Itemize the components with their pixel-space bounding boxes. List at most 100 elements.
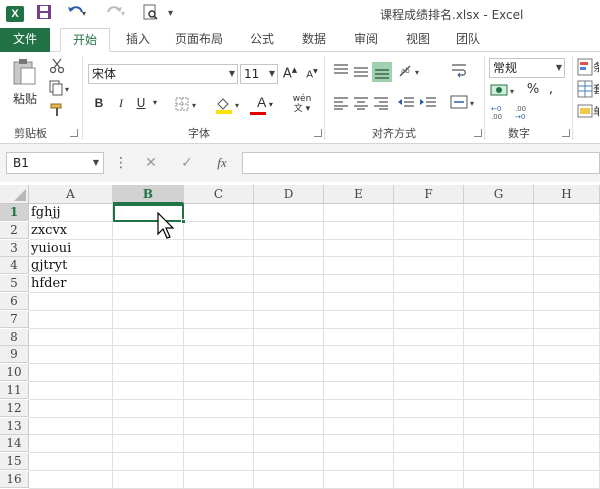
column-header[interactable]: F [394, 185, 464, 204]
redo-icon[interactable]: ▾ [104, 4, 126, 24]
column-header[interactable]: A [29, 185, 113, 204]
tab-review[interactable]: 审阅 [344, 28, 388, 52]
cell-a5[interactable]: hfder [29, 275, 66, 292]
decrease-indent-icon[interactable] [396, 96, 416, 113]
row-header[interactable]: 16 [0, 471, 29, 488]
format-as-table-icon[interactable]: 套 [576, 80, 600, 101]
row-header[interactable]: 5 [0, 275, 29, 293]
row-header[interactable]: 8 [0, 328, 29, 346]
row-header[interactable]: 2 [0, 221, 29, 239]
row-header[interactable]: 4 [0, 257, 29, 275]
column-header[interactable]: B [113, 185, 184, 204]
tab-page-layout[interactable]: 页面布局 [166, 28, 232, 52]
merge-center-icon[interactable]: ▾ [450, 94, 478, 113]
row-header[interactable]: 1 [0, 204, 29, 221]
phonetic-guide-icon[interactable]: wén 文 ▾ [288, 94, 316, 114]
underline-button[interactable]: U [134, 96, 148, 110]
clipboard-launcher-icon[interactable] [70, 129, 78, 137]
row-header[interactable]: 7 [0, 310, 29, 328]
number-format-select[interactable]: 常规 ▼ [489, 58, 565, 78]
ribbon: 粘贴 ▾ 剪贴板 宋体 ▼ 11 ▼ A▲ A▼ B I U ▾ ▾ ▾ A ▾… [0, 52, 600, 144]
italic-button[interactable]: I [114, 96, 128, 111]
row-header[interactable]: 12 [0, 399, 29, 417]
conditional-format-icon[interactable]: 条 [576, 58, 600, 79]
row-header[interactable]: 14 [0, 435, 29, 453]
cell-a4[interactable]: gjtryt [29, 257, 67, 274]
gridline [112, 204, 113, 489]
name-box[interactable]: B1 ▼ [6, 152, 104, 174]
gridline [323, 204, 324, 489]
row-header[interactable]: 9 [0, 346, 29, 364]
bottom-align-icon[interactable] [372, 62, 392, 82]
undo-icon[interactable]: ▾ [66, 4, 88, 24]
column-header[interactable]: D [254, 185, 324, 204]
align-center-icon[interactable] [352, 96, 370, 113]
row-header[interactable]: 15 [0, 453, 29, 471]
format-painter-icon[interactable] [48, 102, 66, 121]
excel-logo-icon: X [6, 6, 24, 22]
bold-button[interactable]: B [92, 96, 106, 110]
fill-color-icon[interactable]: ▾ [214, 96, 244, 117]
shrink-font-icon[interactable]: A▼ [304, 68, 320, 80]
font-size-select[interactable]: 11 ▼ [240, 64, 278, 84]
paste-button[interactable] [10, 58, 38, 89]
accounting-format-icon[interactable]: ▾ [490, 82, 518, 101]
wrap-text-icon[interactable] [450, 62, 468, 81]
borders-icon[interactable]: ▾ [174, 96, 200, 115]
cancel-icon[interactable]: ✕ [138, 152, 164, 174]
comma-style-icon[interactable]: , [546, 82, 556, 97]
grow-font-icon[interactable]: A▲ [282, 66, 298, 81]
tab-team[interactable]: 团队 [448, 28, 488, 52]
chevron-down-icon[interactable]: ▾ [150, 98, 160, 107]
name-box-value: B1 [13, 156, 29, 170]
cell-styles-icon[interactable]: 单 [576, 102, 600, 123]
tab-data[interactable]: 数据 [292, 28, 336, 52]
cut-icon[interactable] [48, 58, 66, 77]
select-all-button[interactable] [0, 185, 29, 204]
align-left-icon[interactable] [332, 96, 350, 113]
align-right-icon[interactable] [372, 96, 390, 113]
column-header[interactable]: H [534, 185, 600, 204]
font-launcher-icon[interactable] [314, 129, 322, 137]
column-header[interactable]: E [324, 185, 394, 204]
middle-align-icon[interactable] [352, 64, 370, 81]
number-launcher-icon[interactable] [562, 129, 570, 137]
cell-a1[interactable]: fghjj [29, 204, 61, 221]
increase-decimal-icon[interactable]: ←0.00 [490, 104, 512, 123]
tab-file[interactable]: 文件 [0, 28, 50, 52]
save-icon[interactable] [36, 4, 52, 24]
alignment-launcher-icon[interactable] [474, 129, 482, 137]
cell-a2[interactable]: zxcvx [29, 222, 67, 239]
row-header[interactable]: 10 [0, 364, 29, 382]
row-header[interactable]: 3 [0, 239, 29, 257]
worksheet-grid[interactable]: ABCDEFGH 1 2 3 4 5 6 7 8 9 10 11 12 13 14 15 16 fghjj zx… [0, 185, 600, 489]
svg-text:▾: ▾ [235, 101, 239, 110]
formula-input[interactable] [242, 152, 600, 174]
tab-view[interactable]: 视图 [396, 28, 440, 52]
column-header[interactable]: C [184, 185, 254, 204]
row-header[interactable]: 11 [0, 382, 29, 399]
top-align-icon[interactable] [332, 64, 350, 81]
more-options-icon[interactable]: ⋮ [114, 152, 128, 174]
gridline [29, 416, 600, 418]
font-name-select[interactable]: 宋体 ▼ [88, 64, 238, 84]
insert-function-button[interactable]: fx [208, 152, 236, 174]
print-preview-icon[interactable] [142, 4, 160, 24]
customize-qat-icon[interactable]: ▾ [168, 4, 173, 24]
orientation-icon[interactable]: ab ▾ [398, 64, 424, 81]
decrease-decimal-icon[interactable]: .00 →0 [514, 104, 536, 123]
svg-text:▾: ▾ [192, 101, 196, 110]
row-header[interactable]: 13 [0, 417, 29, 435]
copy-icon[interactable]: ▾ [48, 80, 74, 99]
tab-home[interactable]: 开始 [60, 28, 110, 52]
percent-button[interactable]: % [526, 82, 540, 97]
font-color-icon[interactable]: A ▾ [250, 94, 280, 115]
column-header[interactable]: G [464, 185, 534, 204]
increase-indent-icon[interactable] [418, 96, 438, 113]
row-header[interactable]: 6 [0, 293, 29, 310]
fill-handle[interactable] [181, 219, 186, 224]
enter-icon[interactable]: ✓ [174, 152, 200, 174]
cell-a3[interactable]: yuioui [29, 240, 71, 257]
tab-insert[interactable]: 插入 [116, 28, 160, 52]
tab-formulas[interactable]: 公式 [240, 28, 284, 52]
